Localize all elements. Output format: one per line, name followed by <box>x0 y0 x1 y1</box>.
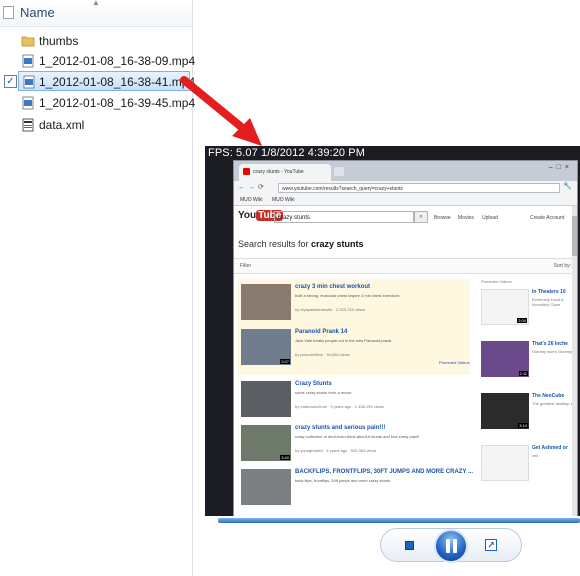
result-meta: by tradeoues2mdl · 3 years ago · 1,336,1… <box>295 404 384 409</box>
file-row[interactable]: 1_2012-01-08_16-38-09.mp4 <box>0 51 195 71</box>
bookmarks-bar: MUO Wiki MUO Wiki <box>234 195 577 206</box>
video-thumbnail <box>241 381 291 417</box>
video-thumbnail <box>241 284 291 320</box>
file-row[interactable]: 1_2012-01-08_16-39-45.mp4 <box>0 93 195 113</box>
row-checkbox[interactable]: ✓ <box>4 75 17 88</box>
sort-ascending-icon: ▲ <box>92 0 100 7</box>
window-controls-icon: –□× <box>548 164 573 171</box>
recorded-browser-window: crazy stunts - YouTube –□× ←→⟳ www.youtu… <box>233 160 578 516</box>
sidebar-video: 2:04 In Theaters 10 Extremely Loud & Inc… <box>481 289 580 333</box>
select-all-checkbox[interactable] <box>3 6 14 19</box>
name-column-label: Name <box>20 5 55 20</box>
video-thumbnail <box>481 445 529 481</box>
result-title: crazy stunts and serious pain!!! <box>295 425 386 431</box>
video-file-icon <box>22 54 34 68</box>
nav-link: Upload <box>482 215 498 221</box>
filter-label: Filter <box>240 263 252 269</box>
name-column-header[interactable]: ▲ Name <box>0 0 192 27</box>
video-thumbnail: 2:04 <box>481 289 529 325</box>
result-description: built a strong, muscular chest inspire 3… <box>295 293 400 298</box>
promoted-videos-label: Promoted Videos <box>439 360 470 365</box>
nav-link: Create Account <box>530 215 565 221</box>
file-row-selected[interactable]: 1_2012-01-08_16-38-41.mp4 <box>18 71 195 91</box>
address-bar: www.youtube.com/results?search_query=cra… <box>278 183 560 193</box>
search-result: Crazy Stunts some crazy stunts from a mo… <box>238 378 470 420</box>
wrench-icon: 🔧 <box>563 183 572 190</box>
browser-toolbar: ←→⟳ www.youtube.com/results?search_query… <box>234 181 577 195</box>
bookmark: MUO Wiki <box>272 197 295 203</box>
file-name: thumbs <box>39 34 79 48</box>
video-thumbnail: 3:14 <box>481 393 529 429</box>
youtube-page: You Tube crazy stunts ⌕ Browse Movies Upl… <box>234 206 577 516</box>
browser-tab: crazy stunts - YouTube <box>239 164 331 181</box>
search-result: 3:40 crazy stunts and serious pain!!! cr… <box>238 422 470 464</box>
result-description: some crazy stunts from a movie <box>295 390 352 395</box>
video-thumbnail <box>241 469 291 505</box>
result-description: back flips, frontflips, 30ft jumps and m… <box>295 478 391 483</box>
sidebar-video: 2:11 That's 26 Inche Gummy worm Gummy <box>481 341 580 385</box>
youtube-search-input: crazy stunts <box>274 211 414 223</box>
nav-link: Movies <box>458 215 474 221</box>
video-thumbnail: 2:07 <box>241 329 291 365</box>
folder-icon <box>21 36 35 47</box>
pause-button[interactable] <box>434 529 468 563</box>
promoted-sidebar: Promoted Videos 2:04 In Theaters 10 Extr… <box>479 279 579 516</box>
stop-button[interactable] <box>405 541 414 550</box>
search-result: BACKFLIPS, FRONTFLIPS, 30FT JUMPS AND MO… <box>238 466 474 508</box>
sidebar-heading: Promoted Videos <box>481 279 512 284</box>
new-tab-icon <box>334 167 344 176</box>
search-icon: ⌕ <box>414 211 428 223</box>
video-thumbnail: 2:11 <box>481 341 529 377</box>
fps-timestamp-overlay: FPS: 5.07 1/8/2012 4:39:20 PM <box>208 147 366 159</box>
browser-tab-bar: crazy stunts - YouTube –□× <box>234 161 577 181</box>
file-name: 1_2012-01-08_16-38-09.mp4 <box>39 54 196 68</box>
search-result: crazy 3 min chest workout built a strong… <box>238 281 470 323</box>
search-result: 2:07 Paranoid Prank 14 Jack Vale freaks … <box>238 326 470 368</box>
result-title: Paranoid Prank 14 <box>295 329 348 335</box>
sort-label: Sort by: <box>553 263 571 269</box>
tab-title: crazy stunts - YouTube <box>253 169 304 175</box>
result-description: Jack Vale freaks people out in the new P… <box>295 338 392 343</box>
video-frame[interactable]: FPS: 5.07 1/8/2012 4:39:20 PM crazy stun… <box>205 146 580 516</box>
result-title: crazy 3 min chest workout <box>295 284 371 290</box>
pause-icon <box>446 539 450 553</box>
video-thumbnail: 3:40 <box>241 425 291 461</box>
red-arrow-annotation <box>180 76 262 146</box>
result-title: BACKFLIPS, FRONTFLIPS, 30FT JUMPS AND MO… <box>295 469 474 475</box>
result-description: crazy collection of dont-even-think-abou… <box>295 434 420 439</box>
youtube-favicon-icon <box>243 168 250 175</box>
seek-bar[interactable] <box>218 518 580 523</box>
sidebar-title: In Theaters 10 <box>532 289 566 295</box>
result-meta: by jackvalefilms · 94,684 views <box>295 352 350 357</box>
page-scrollbar <box>572 206 577 516</box>
video-file-icon <box>23 75 35 89</box>
playback-controls: ↗ <box>380 528 522 563</box>
sidebar-title: The NeoCube <box>532 393 565 399</box>
sidebar-video: Get Ashmed or cell <box>481 445 580 489</box>
fullscreen-icon[interactable]: ↗ <box>485 539 497 551</box>
file-list-pane: ▲ Name thumbs 1_2012-01-08_16-38-09.mp4 … <box>0 0 195 576</box>
result-title: Crazy Stunts <box>295 381 332 387</box>
file-name: data.xml <box>39 118 85 132</box>
sidebar-video: 3:14 The NeoCube The greatest desktop to… <box>481 393 580 437</box>
results-heading: Search results for crazy stunts <box>238 239 364 249</box>
file-row[interactable]: data.xml <box>0 115 190 135</box>
video-file-icon <box>22 96 34 110</box>
nav-link: Browse <box>434 215 451 221</box>
result-meta: by youngfowleri · 4 years ago · 932,363 … <box>295 448 377 453</box>
filter-bar: Filter Sort by: <box>234 258 577 274</box>
sidebar-title: That's 26 Inche <box>532 341 568 347</box>
file-row[interactable]: thumbs <box>0 31 190 51</box>
bookmark: MUO Wiki <box>240 197 263 203</box>
nav-arrows-icon: ←→⟳ <box>238 184 267 191</box>
xml-file-icon <box>22 118 34 132</box>
result-meta: by elyapaksfamtsofts · 2,333,745 views <box>295 307 365 312</box>
sidebar-title: Get Ashmed or <box>532 445 568 451</box>
